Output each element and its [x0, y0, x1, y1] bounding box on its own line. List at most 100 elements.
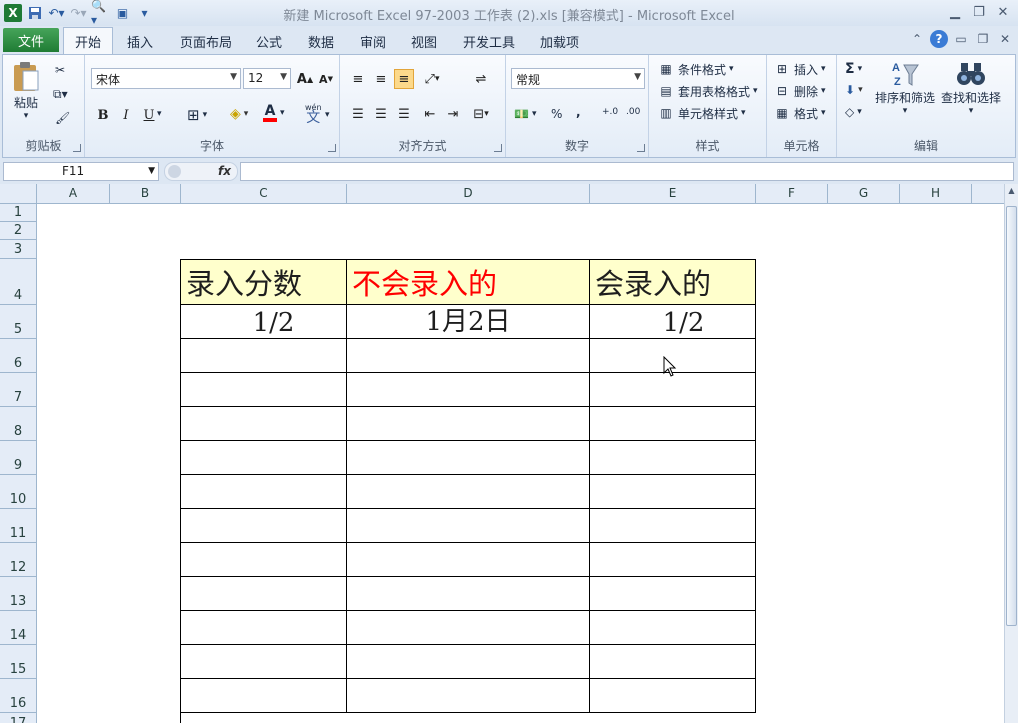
sort-filter-button[interactable]: AZ 排序和筛选 ▾ — [875, 59, 935, 116]
cut-icon[interactable]: ✂ — [55, 63, 65, 77]
empty-table-cell[interactable] — [181, 645, 347, 679]
value-cell-c5[interactable]: 1/2 — [181, 305, 347, 339]
decrease-indent-icon[interactable]: ⇤ — [420, 104, 440, 124]
doc-minimize-icon[interactable]: ▭ — [952, 30, 970, 48]
insert-function-button[interactable]: fx — [218, 164, 231, 178]
name-box[interactable]: F11 ▼ — [3, 162, 159, 181]
empty-table-cell[interactable] — [181, 475, 347, 509]
font-color-icon[interactable]: A ▾ — [263, 104, 285, 122]
align-left-icon[interactable]: ☰ — [348, 104, 368, 124]
empty-table-cell[interactable] — [181, 679, 347, 713]
currency-icon[interactable]: 💵 ▾ — [514, 107, 536, 121]
header-cell-can-enter[interactable]: 会录入的 — [590, 260, 756, 305]
tab-file[interactable]: 文件 — [3, 28, 59, 52]
delete-cells-button[interactable]: ⊟ 删除 ▾ — [773, 82, 826, 100]
empty-table-cell[interactable] — [347, 441, 590, 475]
empty-table-cell[interactable] — [347, 509, 590, 543]
column-header-c[interactable]: C — [181, 184, 347, 204]
empty-table-cell[interactable] — [590, 407, 756, 441]
comma-button[interactable]: , — [576, 105, 581, 119]
align-bottom-icon[interactable]: ≡ — [394, 69, 414, 89]
align-right-icon[interactable]: ☰ — [394, 104, 414, 124]
increase-decimal-button[interactable]: +.0 — [602, 107, 618, 117]
empty-table-cell[interactable] — [181, 509, 347, 543]
header-cell-entry-score[interactable]: 录入分数 — [181, 260, 347, 305]
tab-data[interactable]: 数据 — [308, 32, 334, 51]
underline-button[interactable]: U — [139, 105, 159, 125]
empty-table-cell[interactable] — [590, 645, 756, 679]
empty-table-cell[interactable] — [347, 679, 590, 713]
tab-formulas[interactable]: 公式 — [256, 32, 282, 51]
format-cells-button[interactable]: ▦ 格式 ▾ — [773, 104, 825, 122]
tab-developer[interactable]: 开发工具 — [463, 32, 515, 51]
tab-review[interactable]: 审阅 — [360, 32, 386, 51]
scroll-thumb[interactable] — [1006, 206, 1017, 626]
row-header-2[interactable]: 2 — [0, 222, 37, 240]
row-header-9[interactable]: 9 — [0, 441, 37, 475]
header-cell-cannot-enter[interactable]: 不会录入的 — [347, 260, 590, 305]
tab-insert[interactable]: 插入 — [127, 32, 153, 51]
row-header-1[interactable]: 1 — [0, 204, 37, 222]
close-icon[interactable]: ✕ — [992, 3, 1014, 21]
empty-table-cell[interactable] — [590, 509, 756, 543]
vertical-scrollbar[interactable]: ▲ — [1004, 184, 1018, 723]
empty-table-cell[interactable] — [590, 543, 756, 577]
empty-table-cell[interactable] — [347, 611, 590, 645]
collapse-ribbon-icon[interactable]: ⌃ — [908, 30, 926, 48]
bold-button[interactable]: B — [93, 105, 113, 125]
column-header-i[interactable] — [972, 184, 1004, 204]
row-header-14[interactable]: 14 — [0, 611, 37, 645]
format-painter-icon[interactable]: 🖌 — [55, 111, 70, 125]
paste-button[interactable]: 粘贴 ▾ — [11, 60, 41, 121]
column-header-e[interactable]: E — [590, 184, 756, 204]
help-icon[interactable]: ? — [930, 30, 948, 48]
row-header-8[interactable]: 8 — [0, 407, 37, 441]
row-header-11[interactable]: 11 — [0, 509, 37, 543]
column-header-b[interactable]: B — [110, 184, 181, 204]
grow-font-button[interactable]: A ▲ — [295, 69, 315, 89]
align-center-icon[interactable]: ☰ — [371, 104, 391, 124]
find-select-button[interactable]: 查找和选择 ▾ — [941, 59, 1001, 116]
empty-table-cell[interactable] — [590, 373, 756, 407]
empty-table-cell[interactable] — [590, 475, 756, 509]
row-header-13[interactable]: 13 — [0, 577, 37, 611]
empty-table-cell[interactable] — [347, 475, 590, 509]
clipboard-launcher-icon[interactable] — [73, 144, 81, 152]
empty-table-cell[interactable] — [347, 543, 590, 577]
tab-page-layout[interactable]: 页面布局 — [180, 32, 232, 51]
minimize-icon[interactable]: ▁ — [944, 3, 966, 21]
empty-table-cell[interactable] — [347, 407, 590, 441]
alignment-launcher-icon[interactable] — [494, 144, 502, 152]
row-header-15[interactable]: 15 — [0, 645, 37, 679]
fill-color-icon[interactable]: ◈ ▾ — [230, 106, 248, 122]
underline-dropdown-icon[interactable]: ▾ — [157, 109, 162, 119]
number-launcher-icon[interactable] — [637, 144, 645, 152]
row-header-6[interactable]: 6 — [0, 339, 37, 373]
empty-table-cell[interactable] — [181, 339, 347, 373]
decrease-decimal-button[interactable]: .00 — [626, 107, 640, 117]
wrap-text-icon[interactable]: ⇌ — [471, 69, 491, 89]
number-format-combo[interactable]: 常规 ▼ — [511, 68, 645, 89]
conditional-format-button[interactable]: ▦ 条件格式 ▾ — [657, 60, 733, 78]
font-launcher-icon[interactable] — [328, 144, 336, 152]
percent-button[interactable]: % — [551, 107, 562, 121]
tab-addins[interactable]: 加载项 — [540, 32, 579, 51]
row-header-10[interactable]: 10 — [0, 475, 37, 509]
doc-restore-icon[interactable]: ❐ — [974, 30, 992, 48]
empty-table-cell[interactable] — [347, 645, 590, 679]
empty-table-cell[interactable] — [181, 373, 347, 407]
row-header-5[interactable]: 5 — [0, 305, 37, 339]
font-name-combo[interactable]: 宋体 ▼ — [91, 68, 241, 89]
empty-table-cell[interactable] — [347, 373, 590, 407]
phonetic-icon[interactable]: wén 文 — [305, 103, 322, 125]
empty-table-cell[interactable] — [347, 339, 590, 373]
empty-table-cell[interactable] — [590, 441, 756, 475]
empty-table-cell[interactable] — [181, 611, 347, 645]
row-header-3[interactable]: 3 — [0, 240, 37, 259]
scroll-up-icon[interactable]: ▲ — [1005, 186, 1018, 198]
empty-table-cell[interactable] — [590, 611, 756, 645]
value-cell-e5[interactable]: 1/2 — [590, 305, 756, 339]
align-top-icon[interactable]: ≡ — [348, 69, 368, 89]
formula-input[interactable] — [240, 162, 1014, 181]
format-as-table-button[interactable]: ▤ 套用表格格式 ▾ — [657, 82, 757, 100]
